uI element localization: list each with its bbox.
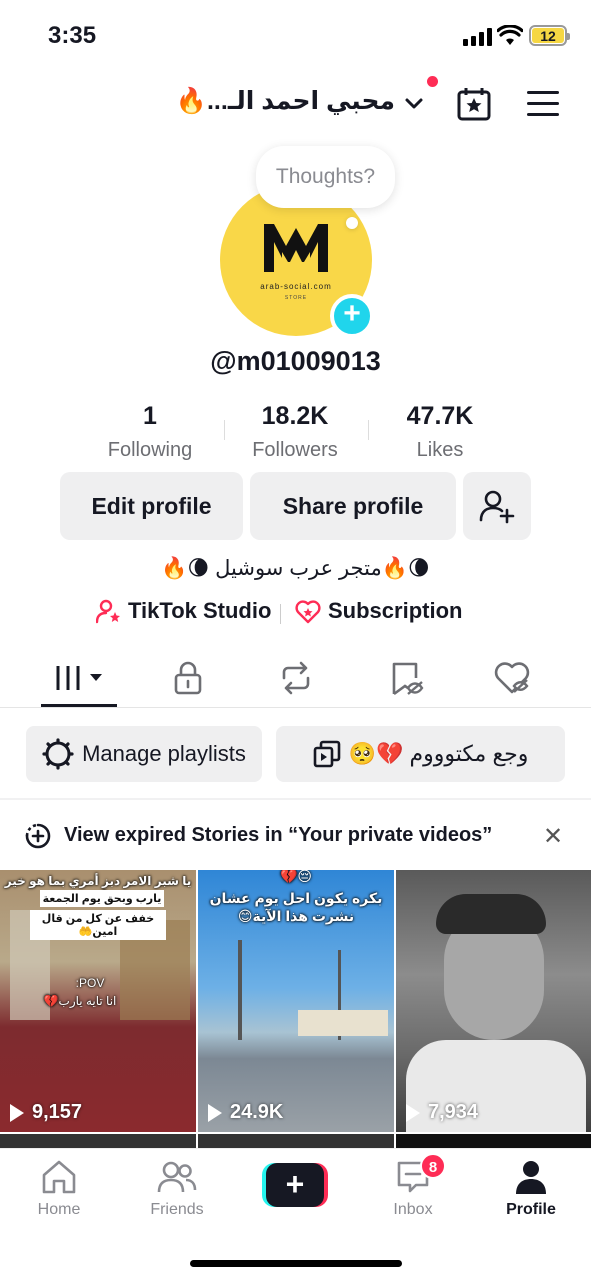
nav-inbox-label: Inbox — [393, 1201, 433, 1218]
stories-banner-text: View expired Stories in “Your private vi… — [64, 824, 493, 846]
view-count: 9,157 — [10, 1101, 82, 1124]
heart-star-icon — [295, 600, 321, 624]
video-caption: يارب وبحق يوم الجمعة — [40, 890, 164, 907]
edit-profile-button[interactable]: Edit profile — [60, 472, 243, 540]
share-profile-button[interactable]: Share profile — [250, 472, 456, 540]
content-tabs — [0, 650, 591, 708]
play-icon — [208, 1103, 222, 1122]
tiktok-studio-label: TikTok Studio — [128, 598, 272, 623]
thought-bubble-tail — [346, 217, 358, 229]
notification-dot — [427, 76, 438, 87]
chevron-down-icon[interactable] — [402, 92, 426, 116]
nav-friends-label: Friends — [150, 1201, 204, 1218]
subscription-link[interactable]: Subscription — [294, 598, 462, 624]
signal-icon — [463, 28, 492, 46]
tab-reposts-icon[interactable] — [276, 658, 316, 698]
manage-playlists-button[interactable]: Manage playlists — [26, 726, 262, 782]
profile-icon — [516, 1161, 546, 1194]
hair-shape — [436, 894, 546, 934]
active-tab-indicator — [41, 704, 117, 707]
stat-value: 47.7K — [406, 402, 474, 430]
status-bar: 3:35 12 — [0, 0, 591, 70]
video-caption: بكره يكون احل يوم عشان — [209, 890, 383, 906]
video-tile[interactable]: يا شبر الامر دبز أمري بما هو خير لي يارب… — [0, 870, 196, 1132]
divider — [0, 798, 591, 800]
street-pole — [238, 940, 242, 1040]
playlist-item[interactable]: وجع مكتوووم 💔🥺 — [276, 726, 565, 782]
wifi-icon — [497, 25, 523, 45]
nav-profile[interactable]: Profile — [481, 1159, 581, 1219]
calendar-star-icon[interactable] — [456, 86, 492, 122]
account-switcher-label[interactable]: محبي احمد الـ...🔥 — [176, 86, 395, 116]
play-icon — [406, 1103, 420, 1122]
play-icon — [10, 1103, 24, 1122]
home-icon — [42, 1160, 76, 1194]
tiktok-studio-link[interactable]: TikTok Studio — [96, 598, 271, 624]
video-tile[interactable]: 7,934 — [396, 870, 591, 1132]
subscription-label: Subscription — [328, 598, 463, 623]
nav-home[interactable]: Home — [9, 1159, 109, 1219]
add-friend-button[interactable] — [463, 472, 531, 540]
menu-icon[interactable] — [527, 91, 559, 117]
profile-links: TikTok Studio Subscription — [0, 598, 591, 630]
tab-videos-grid[interactable] — [52, 658, 108, 698]
thoughts-bubble[interactable]: Thoughts? — [256, 146, 395, 208]
profile-header: محبي احمد الـ...🔥 — [0, 76, 591, 130]
friends-icon — [157, 1161, 197, 1193]
stat-followers[interactable]: 18.2K Followers — [225, 402, 365, 462]
battery-icon: 12 — [529, 25, 570, 46]
logo-text: arab-social.com — [260, 282, 332, 291]
video-caption: انا تايه يارب💔 — [43, 994, 117, 1008]
playlists-row: Manage playlists وجع مكتوووم 💔🥺 — [0, 726, 591, 782]
stat-label: Likes — [416, 439, 464, 461]
create-button[interactable]: + — [262, 1163, 328, 1207]
video-tile[interactable]: 😔💔 بكره يكون احل يوم عشان نشرت هذا الآية… — [198, 870, 394, 1132]
status-time: 3:35 — [48, 22, 97, 49]
stat-label: Followers — [252, 439, 338, 461]
playlist-icon — [313, 740, 340, 768]
inbox-badge: 8 — [420, 1153, 446, 1179]
divider — [280, 604, 281, 624]
stat-value: 18.2K — [261, 402, 329, 430]
expired-stories-banner[interactable]: View expired Stories in “Your private vi… — [0, 812, 591, 860]
view-count-value: 7,934 — [428, 1101, 479, 1123]
store-logo-icon — [264, 224, 328, 272]
plus-icon: + — [266, 1163, 324, 1207]
view-count: 24.9K — [208, 1101, 283, 1124]
tab-favorites-hidden-icon[interactable] — [386, 658, 426, 698]
divider — [368, 420, 369, 440]
battery-level: 12 — [532, 28, 564, 44]
manage-playlists-label: Manage playlists — [82, 741, 246, 766]
building — [298, 1010, 388, 1036]
home-indicator — [190, 1260, 402, 1267]
stat-following[interactable]: 1 Following — [80, 402, 220, 462]
stat-likes[interactable]: 47.7K Likes — [370, 402, 510, 462]
view-count-value: 24.9K — [230, 1101, 284, 1123]
tab-liked-hidden-icon[interactable] — [492, 658, 532, 698]
add-user-icon — [479, 490, 515, 524]
nav-home-label: Home — [37, 1201, 81, 1218]
close-icon[interactable]: ✕ — [543, 822, 563, 851]
nav-inbox[interactable]: Inbox — [363, 1159, 463, 1219]
video-caption: نشرت هذا الآية😊 — [237, 908, 355, 924]
add-story-icon — [25, 823, 51, 849]
video-grid: يا شبر الامر دبز أمري بما هو خير لي يارب… — [0, 870, 591, 1154]
profile-bio: 🌘🔥متجر عرب سوشيل 🌘🔥 — [161, 557, 430, 580]
stat-value: 1 — [143, 402, 157, 430]
video-caption: POV: — [75, 976, 105, 990]
gear-icon — [42, 738, 74, 770]
tab-private-lock-icon[interactable] — [168, 658, 208, 698]
view-count-value: 9,157 — [32, 1101, 83, 1123]
view-count: 7,934 — [406, 1101, 478, 1124]
video-caption: خفف عن كل من قال امين🤲 — [30, 910, 166, 940]
nav-friends[interactable]: Friends — [127, 1159, 227, 1219]
add-story-button[interactable]: + — [330, 294, 374, 338]
video-caption: 😔💔 — [279, 870, 313, 884]
nav-profile-label: Profile — [506, 1201, 556, 1218]
playlist-name: وجع مكتوووم 💔🥺 — [348, 741, 529, 766]
username: @m01009013 — [210, 346, 381, 376]
stat-label: Following — [107, 439, 193, 461]
person-star-icon — [96, 599, 120, 624]
